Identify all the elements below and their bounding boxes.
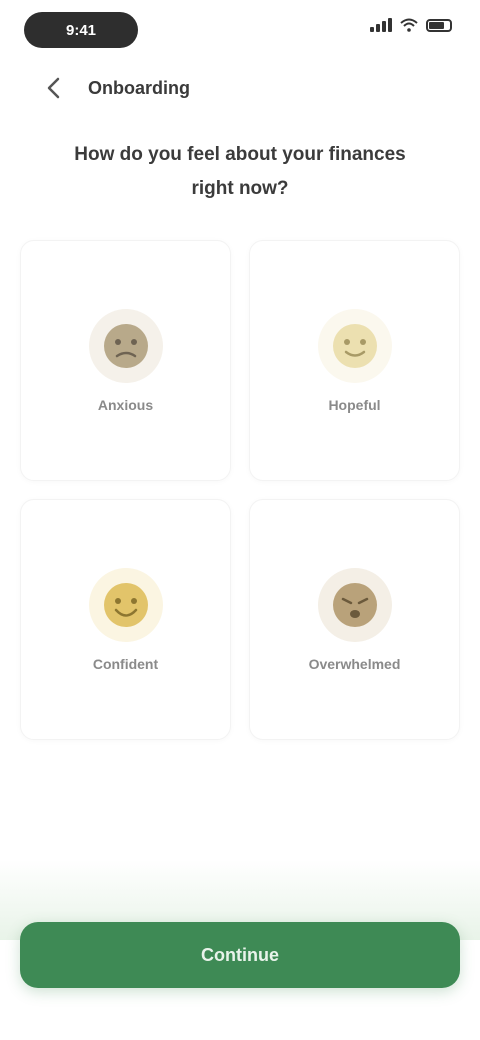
face-overwhelmed-icon bbox=[332, 582, 377, 627]
option-card-anxious[interactable]: Anxious bbox=[20, 240, 231, 481]
face-anxious-icon bbox=[103, 323, 148, 368]
status-bar: 9:41 bbox=[0, 0, 480, 60]
status-time: 9:41 bbox=[24, 12, 138, 48]
option-icon-bg bbox=[317, 308, 392, 383]
face-hopeful-icon bbox=[332, 323, 377, 368]
question-line-2: right now? bbox=[191, 178, 289, 199]
signal-icon bbox=[370, 18, 392, 32]
option-icon-bg bbox=[88, 308, 163, 383]
option-card-overwhelmed[interactable]: Overwhelmed bbox=[249, 499, 460, 740]
option-icon-bg bbox=[317, 567, 392, 642]
wifi-icon bbox=[400, 18, 418, 32]
option-label: Confident bbox=[92, 655, 159, 672]
option-label: Hopeful bbox=[328, 396, 381, 413]
option-label: Anxious bbox=[97, 396, 154, 413]
header-title: Onboarding bbox=[88, 77, 190, 98]
header: Onboarding bbox=[0, 66, 480, 110]
question-text: How do you feel about your finances righ… bbox=[30, 138, 450, 206]
onboarding-screen: 9:41 Onboarding How do you feel about yo… bbox=[0, 0, 480, 1040]
option-label: Overwhelmed bbox=[308, 655, 401, 672]
options-grid: Anxious Hopeful Confident Overwhelmed bbox=[20, 240, 460, 740]
back-arrow-icon[interactable] bbox=[40, 74, 68, 102]
option-card-hopeful[interactable]: Hopeful bbox=[249, 240, 460, 481]
question-line-1: How do you feel about your finances bbox=[74, 144, 406, 165]
status-icons bbox=[370, 18, 452, 32]
battery-icon bbox=[426, 18, 452, 32]
option-icon-bg bbox=[88, 567, 163, 642]
option-card-confident[interactable]: Confident bbox=[20, 499, 231, 740]
face-confident-icon bbox=[103, 582, 148, 627]
continue-button[interactable]: Continue bbox=[20, 922, 460, 988]
